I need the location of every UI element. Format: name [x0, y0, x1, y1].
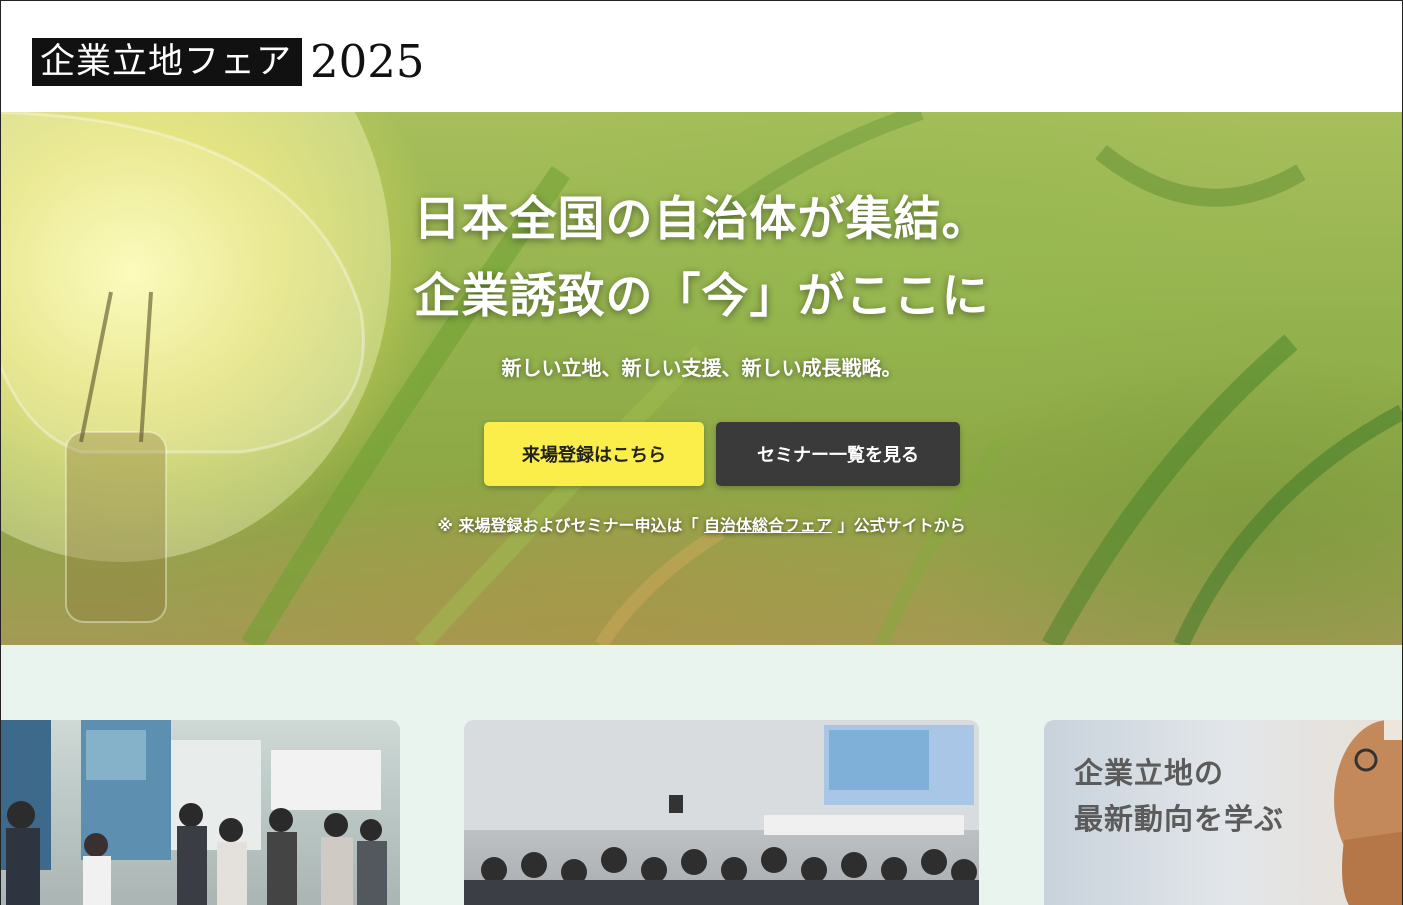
- hero-note: ※ 来場登録およびセミナー申込は「 自治体総合フェア 」公式サイトから: [1, 512, 1402, 536]
- hero-note-prefix: ※ 来場登録およびセミナー申込は「: [437, 516, 705, 535]
- exhibition-booth-photo: [1, 720, 387, 905]
- hero-note-suffix: 」公式サイトから: [832, 516, 966, 535]
- seminar-hall-photo: [464, 720, 979, 905]
- card-title-line1: 企業立地の: [1074, 756, 1225, 790]
- seminar-hall-card[interactable]: [464, 720, 979, 905]
- hero-title-line2: 企業誘致の「今」がここに: [413, 269, 990, 324]
- site-logo[interactable]: 企業立地フェア 2025: [32, 38, 425, 86]
- feature-cards-section: 企業立地の 最新動向を学ぶ: [1, 645, 1402, 905]
- logo-year: 2025: [310, 35, 425, 88]
- learn-trends-card[interactable]: 企業立地の 最新動向を学ぶ: [1044, 720, 1402, 905]
- register-button[interactable]: 来場登録はこちら: [484, 422, 704, 486]
- seminar-list-button[interactable]: セミナー一覧を見る: [716, 422, 960, 486]
- hero-title-line1: 日本全国の自治体が集結。: [413, 192, 990, 247]
- card-title-line2: 最新動向を学ぶ: [1074, 802, 1285, 836]
- logo-text: 企業立地フェア: [32, 38, 303, 86]
- jichitai-fair-link[interactable]: 自治体総合フェア: [704, 516, 832, 535]
- hero-subtitle: 新しい立地、新しい支援、新しい成長戦略。: [501, 356, 902, 380]
- card-title: 企業立地の 最新動向を学ぶ: [1074, 750, 1284, 842]
- exhibition-booth-card[interactable]: [1, 720, 400, 905]
- hero-content: 日本全国の自治体が集結。 企業誘致の「今」がここに 新しい立地、新しい支援、新し…: [1, 112, 1402, 645]
- hero-section: 日本全国の自治体が集結。 企業誘致の「今」がここに 新しい立地、新しい支援、新し…: [1, 112, 1402, 645]
- site-header: 企業立地フェア 2025: [1, 1, 1402, 111]
